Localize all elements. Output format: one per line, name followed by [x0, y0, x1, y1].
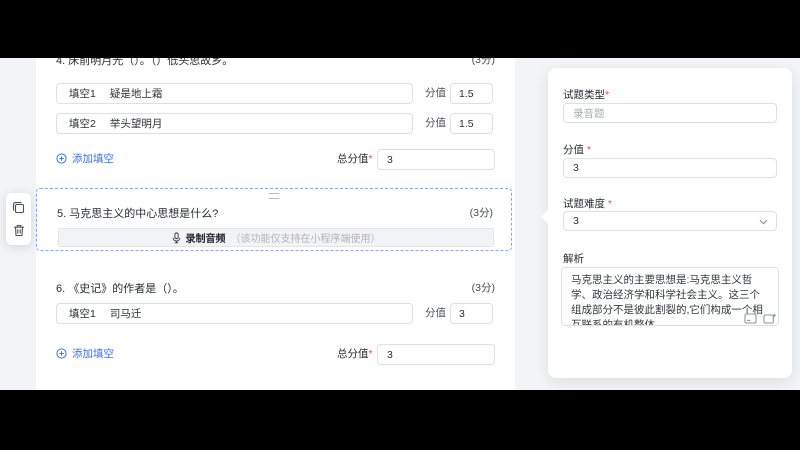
add-blank-link[interactable]: 添加填空	[56, 151, 114, 166]
blank-1-score-input[interactable]	[450, 303, 493, 324]
total-score-label: 总分值*	[337, 149, 373, 170]
required-asterisk: *	[586, 144, 592, 156]
blank-1-input[interactable]: 填空1 司马迁	[56, 303, 413, 324]
plus-circle-icon	[56, 153, 67, 164]
drag-handle[interactable]	[268, 193, 280, 199]
blank-1-label: 填空1	[69, 88, 96, 100]
question-list-card: 4. 床前明月光（）。（）低头思故乡。 (3分) 填空1 疑是地上霜 分值 填空…	[36, 58, 515, 390]
difficulty-label: 试题难度 *	[563, 196, 612, 211]
record-audio-note: （该功能仅支持在小程序端使用）	[230, 234, 381, 245]
total-score-text: 总分值	[337, 348, 369, 360]
panel-icon[interactable]	[744, 313, 757, 324]
quiz-editor-app: 4. 床前明月光（）。（）低头思故乡。 (3分) 填空1 疑是地上霜 分值 填空…	[0, 58, 800, 390]
question-4-points: (3分)	[471, 58, 495, 66]
blank-2-label: 填空2	[69, 118, 96, 130]
question-6-title: 6. 《史记》的作者是（）。 (3分)	[56, 280, 495, 295]
question-actions-toolbar	[6, 193, 31, 245]
panel-score-input[interactable]	[563, 158, 777, 178]
question-6-total-input[interactable]	[377, 344, 495, 365]
top-letterbox	[0, 0, 800, 58]
question-5-selected-card[interactable]: 5. 马克思主义的中心思想是什么? (3分) 录制音频 （该功能仅支持在小程序端…	[36, 188, 512, 251]
type-input[interactable]	[563, 103, 777, 123]
add-blank-label: 添加填空	[72, 153, 114, 165]
chevron-down-icon	[759, 219, 768, 225]
bottom-letterbox	[0, 390, 800, 450]
question-5-text: 5. 马克思主义的中心思想是什么?	[57, 208, 219, 220]
duplicate-question-button[interactable]	[10, 199, 27, 216]
score-label: 分值	[425, 307, 446, 319]
score-label-text: 分值	[563, 144, 584, 156]
question-6-points: (3分)	[471, 282, 495, 294]
add-blank-link[interactable]: 添加填空	[56, 346, 114, 361]
question-5-points: (3分)	[469, 207, 493, 219]
question-4-text: 4. 床前明月光（）。（）低头思故乡。	[56, 58, 234, 67]
question-settings-panel: 试题类型* 分值 * 试题难度 * 3 解析 马克思主义的主要思想是:马克思主义…	[540, 68, 792, 378]
question-4-total-input[interactable]	[377, 149, 495, 170]
blank-1-value: 司马迁	[109, 308, 142, 320]
total-score-label: 总分值*	[337, 344, 373, 365]
required-asterisk: *	[605, 89, 610, 101]
score-label: 分值	[425, 87, 446, 99]
blank-1-value: 疑是地上霜	[109, 88, 163, 100]
blank-row: 填空2 举头望明月 分值	[56, 113, 493, 134]
type-label: 试题类型*	[563, 87, 609, 102]
score-label: 分值	[425, 117, 446, 129]
question-6-text: 6. 《史记》的作者是（）。	[56, 283, 184, 295]
difficulty-value: 3	[573, 215, 579, 227]
blank-1-label: 填空1	[69, 308, 96, 320]
blank-row: 填空1 司马迁 分值	[56, 303, 493, 324]
panel-score-label: 分值 *	[563, 142, 591, 157]
copy-icon	[12, 201, 25, 214]
panel-arrow	[540, 209, 556, 225]
trash-icon	[13, 224, 25, 237]
screenshot-stage: 4. 床前明月光（）。（）低头思故乡。 (3分) 填空1 疑是地上霜 分值 填空…	[0, 0, 800, 450]
blank-2-input[interactable]: 填空2 举头望明月	[56, 113, 413, 134]
question-4-title: 4. 床前明月光（）。（）低头思故乡。 (3分)	[56, 58, 495, 67]
add-blank-label: 添加填空	[72, 348, 114, 360]
record-audio-label: 录制音频	[185, 234, 226, 245]
blank-row: 填空1 疑是地上霜 分值	[56, 83, 493, 104]
question-5-title: 5. 马克思主义的中心思想是什么? (3分)	[57, 205, 493, 220]
blank-1-input[interactable]: 填空1 疑是地上霜	[56, 83, 413, 104]
plus-circle-icon	[56, 348, 67, 359]
total-score-text: 总分值	[337, 153, 369, 165]
analysis-label-text: 解析	[563, 253, 584, 265]
difficulty-select[interactable]: 3	[563, 211, 777, 231]
required-asterisk: *	[607, 198, 613, 210]
difficulty-label-text: 试题难度	[563, 198, 605, 210]
required-asterisk: *	[368, 348, 373, 360]
image-add-icon[interactable]	[763, 313, 776, 324]
record-audio-button[interactable]: 录制音频 （该功能仅支持在小程序端使用）	[58, 228, 494, 247]
blank-1-score-input[interactable]	[450, 83, 493, 104]
analysis-label: 解析	[563, 251, 584, 266]
type-label-text: 试题类型	[563, 89, 605, 101]
required-asterisk: *	[368, 153, 373, 165]
microphone-icon	[172, 231, 181, 244]
blank-2-score-input[interactable]	[450, 113, 493, 134]
analysis-toolbar	[744, 313, 776, 324]
blank-2-value: 举头望明月	[109, 118, 163, 130]
delete-question-button[interactable]	[10, 222, 27, 239]
